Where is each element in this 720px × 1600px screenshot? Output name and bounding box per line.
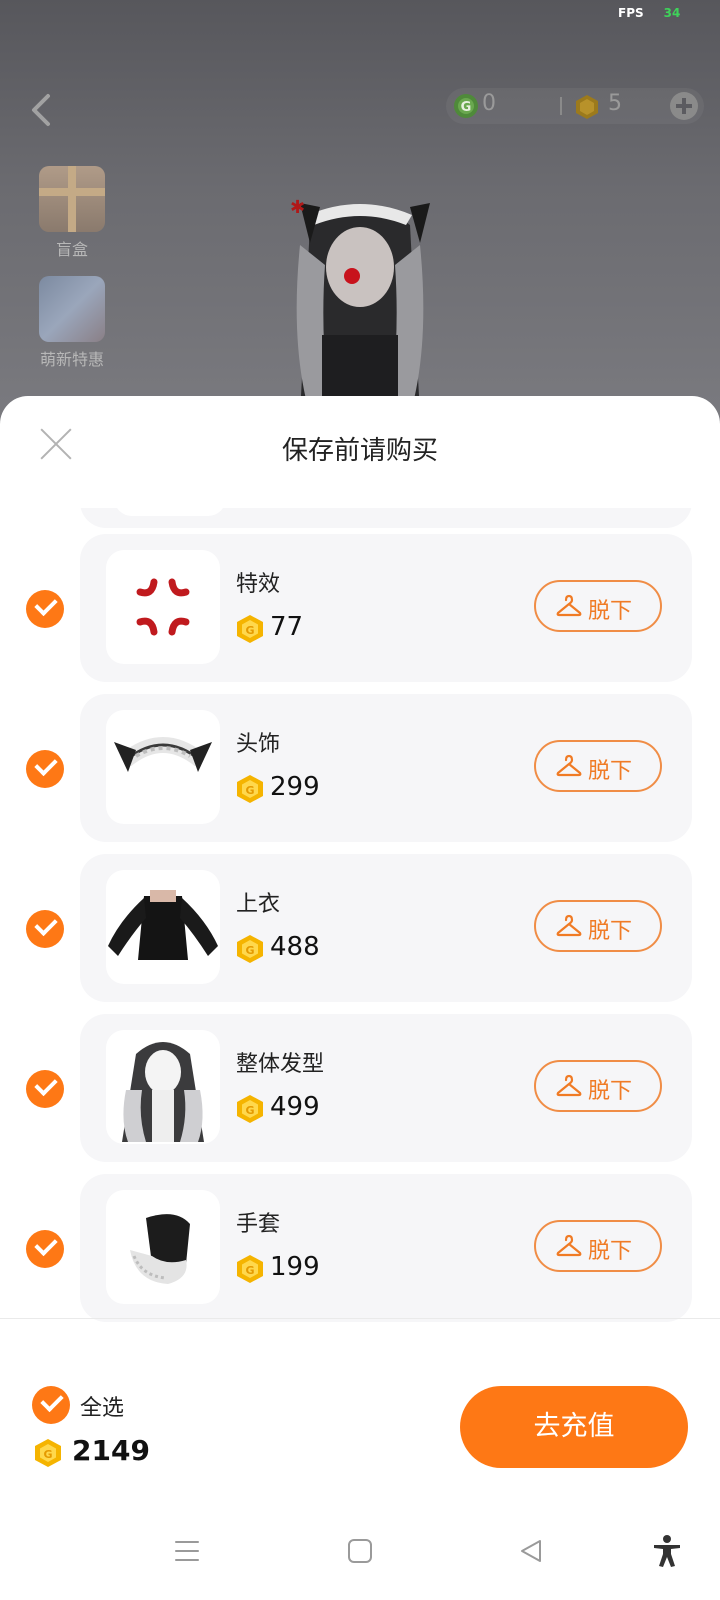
coin-icon: G xyxy=(35,1439,61,1467)
svg-text:G: G xyxy=(245,784,254,797)
check-icon[interactable] xyxy=(26,750,64,788)
item-card: 整体发型 G 499 脱下 xyxy=(80,1014,692,1162)
list-item-partial xyxy=(80,508,692,528)
item-name: 上衣 xyxy=(236,892,281,917)
item-thumbnail xyxy=(106,710,220,824)
svg-text:G: G xyxy=(245,1264,254,1277)
hanger-icon xyxy=(556,754,582,777)
hanger-icon xyxy=(556,914,582,937)
check-icon[interactable] xyxy=(26,910,64,948)
hanger-icon xyxy=(556,1234,582,1257)
accessibility-icon[interactable] xyxy=(652,1534,682,1568)
item-name: 特效 xyxy=(236,572,281,597)
top-clothing-icon xyxy=(108,890,218,960)
menu-icon[interactable] xyxy=(174,1538,200,1564)
check-icon[interactable] xyxy=(26,1230,64,1268)
back-icon xyxy=(32,94,50,126)
list-item: 手套 G 199 脱下 xyxy=(0,1174,720,1322)
anger-effect-icon xyxy=(136,578,190,636)
undress-label: 脱下 xyxy=(588,1079,633,1104)
coin-icon: G xyxy=(237,615,263,643)
item-card: 特效 G 77 脱下 xyxy=(80,534,692,682)
blind-box-label: 盲盒 xyxy=(55,240,88,259)
undress-button[interactable]: 脱下 xyxy=(534,580,662,632)
undress-button[interactable]: 脱下 xyxy=(534,1220,662,1272)
headband-icon xyxy=(114,737,212,772)
svg-text:G: G xyxy=(245,1104,254,1117)
svg-text:G: G xyxy=(43,1448,52,1461)
g-currency-icon: G xyxy=(454,94,478,118)
list-item: 特效 G 77 脱下 xyxy=(0,534,720,682)
system-nav-bar xyxy=(0,1500,720,1600)
svg-text:G: G xyxy=(245,944,254,957)
undress-label: 脱下 xyxy=(588,1239,633,1264)
list-item: 上衣 G 488 脱下 xyxy=(0,854,720,1002)
glove-icon xyxy=(130,1214,190,1284)
coin-icon xyxy=(576,95,598,119)
svg-text:G: G xyxy=(245,624,254,637)
svg-text:G: G xyxy=(461,100,472,115)
item-card: 上衣 G 488 脱下 xyxy=(80,854,692,1002)
item-price: 488 xyxy=(270,932,320,962)
back-triangle-icon[interactable] xyxy=(518,1538,544,1564)
svg-text:✱: ✱ xyxy=(290,197,305,218)
game-scene: FPS 34 G 0 5 盲盒 萌新特惠 ✱ xyxy=(0,0,720,425)
check-icon[interactable] xyxy=(26,1070,64,1108)
item-card: 手套 G 199 脱下 xyxy=(80,1174,692,1322)
recharge-button[interactable]: 去充值 xyxy=(460,1386,688,1468)
hanger-icon xyxy=(556,594,582,617)
back-button[interactable] xyxy=(26,92,56,128)
item-price: 199 xyxy=(270,1252,320,1282)
footer-divider xyxy=(0,1318,720,1319)
avatar-character: ✱ xyxy=(290,197,430,425)
item-thumbnail xyxy=(106,870,220,984)
total-price: 2149 xyxy=(72,1434,150,1467)
newbie-offer-label: 萌新特惠 xyxy=(39,350,104,369)
item-card: 头饰 G 299 脱下 xyxy=(80,694,692,842)
list-item: 整体发型 G 499 脱下 xyxy=(0,1014,720,1162)
fps-counter: FPS 34 xyxy=(618,6,680,20)
home-icon[interactable] xyxy=(347,1538,373,1564)
newbie-offer-icon xyxy=(39,276,105,342)
plus-icon[interactable] xyxy=(670,92,698,120)
item-thumbnail xyxy=(106,550,220,664)
select-all-label[interactable]: 全选 xyxy=(80,1390,124,1422)
item-price: 299 xyxy=(270,772,320,802)
list-item: 头饰 G 299 脱下 xyxy=(0,694,720,842)
item-name: 整体发型 xyxy=(236,1052,325,1077)
undress-label: 脱下 xyxy=(588,759,633,784)
currency-divider xyxy=(560,97,562,115)
fps-value: 34 xyxy=(663,6,681,20)
item-name: 头饰 xyxy=(236,732,281,757)
hairstyle-icon xyxy=(122,1042,204,1142)
newbie-offer-entry[interactable]: 萌新特惠 xyxy=(30,276,114,370)
currency-bar: G 0 5 xyxy=(446,88,704,124)
item-thumbnail xyxy=(106,1030,220,1144)
sheet-title: 保存前请购买 xyxy=(281,436,438,466)
undress-label: 脱下 xyxy=(588,919,633,944)
item-thumbnail xyxy=(106,1190,220,1304)
coin-icon: G xyxy=(237,1095,263,1123)
coin-icon: G xyxy=(237,935,263,963)
undress-button[interactable]: 脱下 xyxy=(534,1060,662,1112)
item-name: 手套 xyxy=(236,1212,281,1237)
blind-box-entry[interactable]: 盲盒 xyxy=(30,166,114,260)
check-icon[interactable] xyxy=(26,590,64,628)
undress-button[interactable]: 脱下 xyxy=(534,900,662,952)
gift-box-icon xyxy=(39,166,105,232)
hanger-icon xyxy=(556,1074,582,1097)
item-price: 77 xyxy=(270,612,304,642)
coin-value: 5 xyxy=(608,91,622,116)
coin-icon: G xyxy=(237,1255,263,1283)
select-all-checkbox[interactable] xyxy=(32,1386,70,1424)
undress-label: 脱下 xyxy=(588,599,633,624)
fps-label: FPS xyxy=(618,6,644,20)
undress-button[interactable]: 脱下 xyxy=(534,740,662,792)
g-currency-value: 0 xyxy=(482,91,496,116)
coin-icon: G xyxy=(237,775,263,803)
item-list[interactable]: 特效 G 77 脱下 头饰 G 299 脱下 上衣 G 488 脱下 整体发型 … xyxy=(0,508,720,1408)
item-price: 499 xyxy=(270,1092,320,1122)
